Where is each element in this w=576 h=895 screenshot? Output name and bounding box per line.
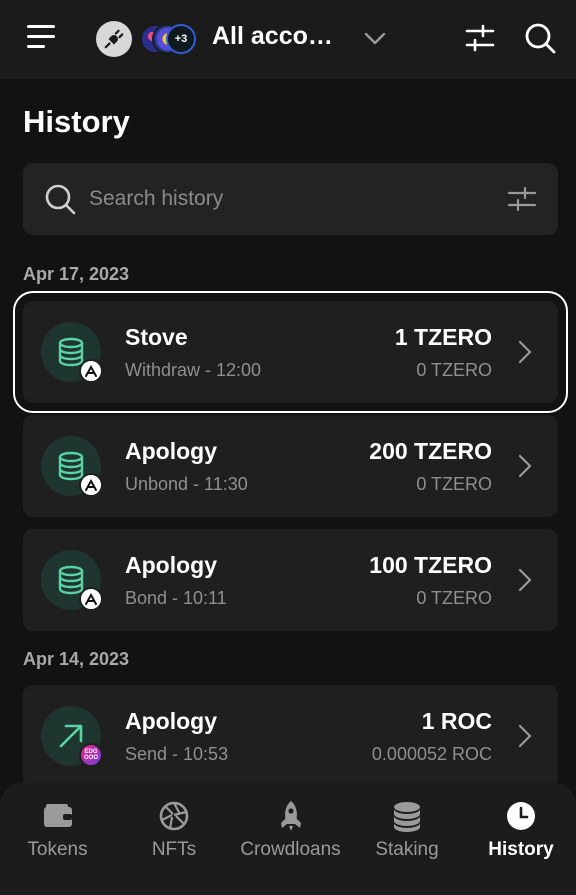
nav-history[interactable]: History xyxy=(466,783,576,895)
tx-amount: 200 TZERO xyxy=(369,438,492,464)
date-header: Apr 17, 2023 xyxy=(23,264,130,284)
search-icon xyxy=(45,184,76,215)
tx-amount: 100 TZERO xyxy=(369,552,492,578)
search-history-input[interactable] xyxy=(89,183,469,215)
bottom-nav: Tokens NFTs Crowdloans Staking History xyxy=(0,783,576,895)
history-row[interactable]: Stove Withdraw - 12:00 1 TZERO 0 TZERO xyxy=(13,291,568,413)
chevron-down-icon[interactable] xyxy=(362,26,388,50)
tx-secondary-amount: 0 TZERO xyxy=(416,360,492,380)
history-row[interactable]: Apology Bond - 10:11 100 TZERO 0 TZERO xyxy=(23,529,558,631)
menu-icon[interactable] xyxy=(24,20,58,54)
nav-label: History xyxy=(488,839,554,860)
filter-icon[interactable] xyxy=(507,185,537,213)
page-title: History xyxy=(23,104,130,139)
nav-staking[interactable]: Staking xyxy=(348,783,466,895)
tx-type-time: Send - 10:53 xyxy=(125,744,229,764)
aperture-icon xyxy=(159,801,189,831)
nav-nfts[interactable]: NFTs xyxy=(115,783,233,895)
account-avatars[interactable]: +3 xyxy=(140,24,204,54)
tx-name: Apology xyxy=(125,438,217,464)
nav-label: Staking xyxy=(375,839,439,860)
tx-type-time: Bond - 10:11 xyxy=(125,588,227,608)
tx-name: Stove xyxy=(125,324,188,350)
date-header: Apr 14, 2023 xyxy=(23,649,130,669)
chevron-right-icon xyxy=(518,568,532,592)
tx-type-time: Withdraw - 12:00 xyxy=(125,360,262,380)
nav-crowdloans[interactable]: Crowdloans xyxy=(233,783,348,895)
avatar-more-count: +3 xyxy=(166,24,196,54)
search-history-box[interactable] xyxy=(23,163,558,235)
rocket-icon xyxy=(280,801,301,831)
history-row[interactable]: EDG OOO Apology Send - 10:53 1 ROC 0.0000… xyxy=(23,685,558,787)
tx-amount: 1 ROC xyxy=(421,708,492,734)
wallet-icon xyxy=(43,804,72,827)
tx-type-time: Unbond - 11:30 xyxy=(125,474,248,494)
settings-sliders-icon[interactable] xyxy=(464,22,496,54)
chevron-right-icon xyxy=(518,454,532,478)
chevron-right-icon xyxy=(518,340,532,364)
aleph-zero-chain-icon xyxy=(79,587,103,611)
nav-label: Tokens xyxy=(27,839,88,860)
aleph-zero-chain-icon xyxy=(79,473,103,497)
aleph-zero-chain-icon xyxy=(79,359,103,383)
top-bar: +3 All accou... xyxy=(0,0,576,79)
tx-secondary-amount: 0 TZERO xyxy=(416,588,492,608)
nav-label: Crowdloans xyxy=(240,839,341,860)
tx-secondary-amount: 0.000052 ROC xyxy=(371,744,492,764)
clock-icon xyxy=(507,802,535,830)
chevron-right-icon xyxy=(518,724,532,748)
tx-name: Apology xyxy=(125,708,217,734)
tx-secondary-amount: 0 TZERO xyxy=(416,474,492,494)
account-selector-label[interactable]: All accou... xyxy=(212,22,340,51)
search-icon[interactable] xyxy=(522,20,558,56)
tx-name: Apology xyxy=(125,552,217,578)
tx-amount: 1 TZERO xyxy=(394,324,492,350)
history-row[interactable]: Apology Unbond - 11:30 200 TZERO 0 TZERO xyxy=(23,415,558,517)
nav-label: NFTs xyxy=(151,839,197,860)
plug-icon[interactable] xyxy=(96,21,132,57)
coins-icon xyxy=(394,802,420,832)
nav-tokens[interactable]: Tokens xyxy=(0,783,115,895)
edgeware-chain-icon: EDG OOO xyxy=(79,743,103,767)
